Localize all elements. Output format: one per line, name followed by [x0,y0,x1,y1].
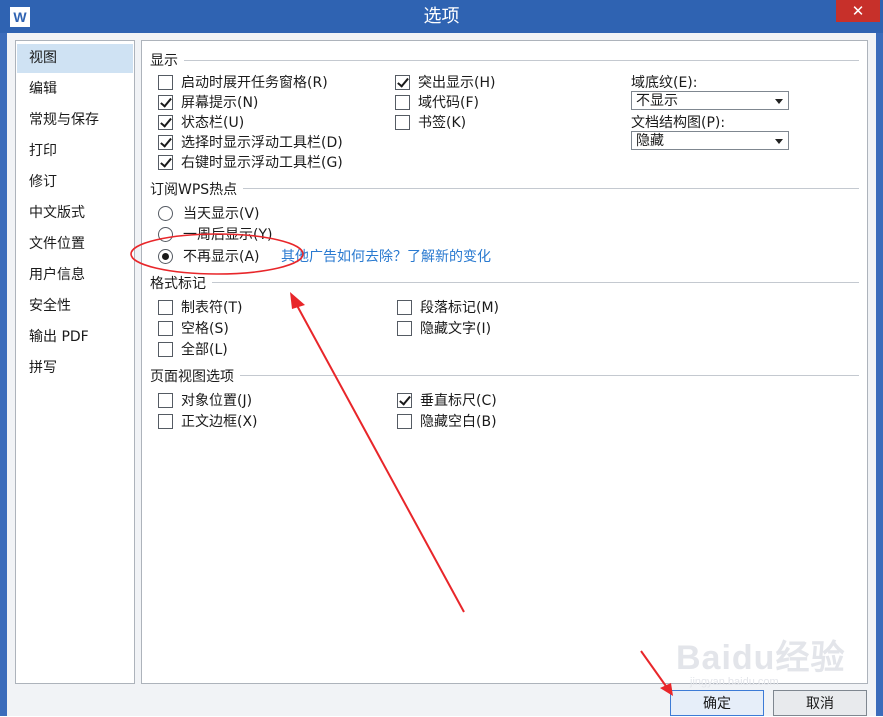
section-divider [150,60,859,61]
checkbox-box [395,94,410,110]
radio-label: 一周后显示(Y) [183,227,273,243]
radio-label: 不再显示(A) [183,249,260,265]
sidebar-item-spelling[interactable]: 拼写 [17,354,133,383]
checkbox-expand-task-pane[interactable]: 启动时展开任务窗格(R) [158,72,328,92]
checkbox-box [158,299,173,315]
select-value: 不显示 [636,93,678,109]
sidebar-item-edit[interactable]: 编辑 [17,75,133,104]
checkbox-label: 全部(L) [181,342,228,358]
checkbox-box [158,74,173,90]
checkbox-label: 制表符(T) [181,300,243,316]
page-view-section-title: 页面视图选项 [150,366,240,386]
checkbox-box [158,341,173,357]
format-marks-section-title: 格式标记 [150,273,212,293]
sidebar-item-file-location[interactable]: 文件位置 [17,230,133,259]
sidebar-item-view[interactable]: 视图 [17,44,133,73]
field-shading-select[interactable]: 不显示 [631,91,789,110]
doc-map-select[interactable]: 隐藏 [631,131,789,150]
baidu-watermark-url: jingyan.baidu.com [690,676,779,688]
checkbox-object-anchors[interactable]: 对象位置(J) [158,390,252,410]
close-button[interactable]: ✕ [836,0,880,22]
radio-never-show[interactable]: 不再显示(A) [158,246,260,266]
checkbox-box [395,74,410,90]
checkbox-box [158,114,173,130]
checkbox-label: 垂直标尺(C) [420,393,497,409]
dropdown-arrow-icon [775,99,783,104]
checkbox-label: 段落标记(M) [420,300,500,316]
field-shading-label: 域底纹(E): [631,75,698,91]
checkbox-bookmarks[interactable]: 书签(K) [395,112,466,132]
checkbox-screen-tips[interactable]: 屏幕提示(N) [158,92,258,112]
sidebar-item-print[interactable]: 打印 [17,137,133,166]
checkbox-label: 对象位置(J) [181,393,253,409]
section-divider [150,282,859,283]
checkbox-box [158,94,173,110]
ad-removal-link[interactable]: 其他广告如何去除？了解新的变化 [281,246,491,266]
window-frame-left [0,33,7,716]
checkbox-label: 隐藏文字(I) [420,321,492,337]
checkbox-box [158,413,173,429]
checkbox-box [158,320,173,336]
section-divider [150,375,859,376]
checkbox-box [397,320,412,336]
window-title: 选项 [423,6,460,27]
view-options-panel: 显示 启动时展开任务窗格(R) 屏幕提示(N) 状态栏(U) 选择时显示浮动工具… [141,40,868,684]
sidebar-item-general-save[interactable]: 常规与保存 [17,106,133,135]
cancel-button[interactable]: 取消 [773,690,867,716]
checkbox-vertical-ruler[interactable]: 垂直标尺(C) [397,390,497,410]
checkbox-box [158,134,173,150]
checkbox-float-toolbar-rightclick[interactable]: 右键时显示浮动工具栏(G) [158,152,343,172]
checkbox-box [397,392,412,408]
radio-circle [158,226,173,242]
sidebar-item-security[interactable]: 安全性 [17,292,133,321]
select-value: 隐藏 [636,133,664,149]
category-sidebar: 视图 编辑 常规与保存 打印 修订 中文版式 文件位置 用户信息 安全性 输出 … [15,40,135,684]
checkbox-label: 空格(S) [181,321,229,337]
sidebar-item-chinese-layout[interactable]: 中文版式 [17,199,133,228]
baidu-watermark: Baidu经验 [676,639,846,677]
ok-button[interactable]: 确定 [670,690,764,716]
checkbox-label: 正文边框(X) [181,414,258,430]
checkbox-status-bar[interactable]: 状态栏(U) [158,112,244,132]
radio-circle [158,248,173,264]
checkbox-box [397,299,412,315]
checkbox-float-toolbar-select[interactable]: 选择时显示浮动工具栏(D) [158,132,343,152]
checkbox-text-boundaries[interactable]: 正文边框(X) [158,411,258,431]
checkbox-hide-whitespace[interactable]: 隐藏空白(B) [397,411,497,431]
checkbox-box [158,392,173,408]
checkbox-box [395,114,410,130]
checkbox-box [397,413,412,429]
checkbox-label: 突出显示(H) [418,75,496,91]
section-divider [150,188,859,189]
checkbox-highlight[interactable]: 突出显示(H) [395,72,495,92]
doc-map-label: 文档结构图(P): [631,115,726,131]
window-frame-right [876,33,883,716]
checkbox-label: 书签(K) [418,115,467,131]
checkbox-tab-chars[interactable]: 制表符(T) [158,297,242,317]
display-section-title: 显示 [150,50,184,70]
checkbox-field-codes[interactable]: 域代码(F) [395,92,479,112]
radio-circle [158,205,173,221]
checkbox-label: 右键时显示浮动工具栏(G) [181,155,343,171]
checkbox-spaces[interactable]: 空格(S) [158,318,229,338]
checkbox-label: 隐藏空白(B) [420,414,497,430]
checkbox-box [158,154,173,170]
checkbox-paragraph-marks[interactable]: 段落标记(M) [397,297,499,317]
radio-show-today[interactable]: 当天显示(V) [158,203,260,223]
sidebar-item-user-info[interactable]: 用户信息 [17,261,133,290]
radio-show-after-week[interactable]: 一周后显示(Y) [158,224,272,244]
checkbox-hidden-text[interactable]: 隐藏文字(I) [397,318,491,338]
checkbox-label: 屏幕提示(N) [181,95,259,111]
radio-label: 当天显示(V) [183,206,260,222]
subscribe-section-title: 订阅WPS热点 [150,179,244,199]
title-bar: W 选项 ✕ [0,0,883,33]
checkbox-label: 选择时显示浮动工具栏(D) [181,135,343,151]
checkbox-label: 状态栏(U) [181,115,245,131]
checkbox-label: 启动时展开任务窗格(R) [181,75,328,91]
checkbox-all-marks[interactable]: 全部(L) [158,339,228,359]
dropdown-arrow-icon [775,139,783,144]
sidebar-item-export-pdf[interactable]: 输出 PDF [17,323,133,352]
checkbox-label: 域代码(F) [418,95,479,111]
sidebar-item-revision[interactable]: 修订 [17,168,133,197]
